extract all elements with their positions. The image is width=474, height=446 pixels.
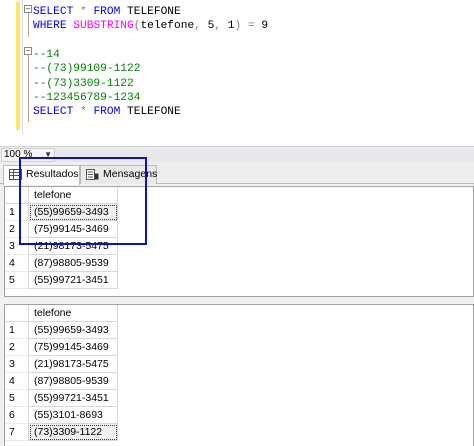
code-token: * (80, 106, 94, 119)
table-row[interactable]: 1 (55)99659-3493 (5, 322, 118, 339)
code-token: SELECT (33, 106, 80, 119)
code-token: --(73)3309-1122 (33, 77, 134, 90)
zoom-level: 100 % (4, 149, 33, 160)
table-row[interactable]: 4 (87)98805-9539 (5, 255, 118, 272)
code-token: , (214, 20, 228, 33)
table-row[interactable]: 2 (75)99145-3469 (5, 221, 118, 238)
code-line[interactable]: WHERE SUBSTRING(telefone, 5, 1) = 9 (33, 19, 268, 33)
table-row[interactable]: 4 (87)98805-9539 (5, 373, 118, 390)
tab-results[interactable]: Resultados (3, 165, 80, 185)
cell-telefone[interactable]: (55)99721-3451 (29, 390, 118, 407)
cell-telefone[interactable]: (87)98805-9539 (29, 373, 118, 390)
change-tracking-bar (16, 2, 20, 130)
table-row[interactable]: 3 (21)98173-5475 (5, 356, 118, 373)
row-number[interactable]: 4 (5, 255, 29, 272)
cell-telefone[interactable]: (21)98173-5475 (29, 356, 118, 373)
row-number-header (5, 187, 29, 204)
chevron-down-icon[interactable]: ▼ (44, 149, 52, 161)
collapse-icon[interactable]: − (24, 5, 32, 13)
grid-icon (9, 169, 22, 180)
table-row[interactable]: 2 (75)99145-3469 (5, 339, 118, 356)
row-number[interactable]: 6 (5, 407, 29, 424)
cell-telefone[interactable]: (55)99659-3493 (29, 204, 118, 221)
row-number[interactable]: 5 (5, 390, 29, 407)
row-number[interactable]: 3 (5, 238, 29, 255)
cell-telefone[interactable]: (75)99145-3469 (29, 339, 118, 356)
code-token: --123456789-1234 (33, 91, 141, 104)
code-token: 9 (261, 20, 269, 33)
results-grid-2[interactable]: telefone 1 (55)99659-3493 2 (75)99145-3469 3… (4, 304, 474, 446)
cell-telefone[interactable]: (21)98173-5475 (29, 238, 118, 255)
code-token: TELEFONE (127, 6, 181, 18)
table-row[interactable]: 5 (55)99721-3451 (5, 390, 118, 407)
code-token: --14 (33, 48, 60, 61)
code-token: * (80, 6, 94, 18)
code-token: TELEFONE (127, 106, 181, 119)
row-number-header (5, 305, 29, 322)
row-number[interactable]: 4 (5, 373, 29, 390)
code-token: WHERE (33, 20, 74, 33)
cell-telefone[interactable]: (87)98805-9539 (29, 255, 118, 272)
editor-gutter-divider (22, 0, 23, 134)
table-row[interactable]: 5 (55)99721-3451 (5, 272, 118, 289)
messages-icon (86, 169, 99, 180)
row-number[interactable]: 7 (5, 424, 29, 441)
results-panel: Resultados Mensagens telefone 1 (55)99659… (0, 163, 474, 446)
table-row[interactable]: 7 (73)3309-1122 (5, 424, 118, 441)
table-row[interactable]: 6 (55)3101-8693 (5, 407, 118, 424)
zoom-dropdown[interactable]: 100 % ▼ (1, 148, 55, 162)
cell-telefone[interactable]: (55)3101-8693 (29, 407, 118, 424)
editor-status-bar: 100 % ▼ (0, 146, 474, 163)
sql-editor[interactable]: − − SELECT * FROM TELEFONE WHERE SUBSTRIN… (0, 0, 474, 146)
code-token: telefone (140, 20, 195, 33)
row-number[interactable]: 3 (5, 356, 29, 373)
code-token: FROM (93, 6, 128, 18)
cell-telefone[interactable]: (73)3309-1122 (29, 424, 118, 441)
code-token: SELECT (33, 6, 80, 18)
code-token: --(73)99109-1122 (33, 63, 141, 76)
code-token: ) = (234, 20, 262, 33)
results-grid-1[interactable]: telefone 1 (55)99659-3493 2 (75)99145-3469 3… (4, 186, 474, 297)
code-line[interactable]: --(73)3309-1122 (33, 77, 134, 91)
code-line[interactable]: SELECT * FROM TELEFONE (33, 5, 181, 19)
tab-messages-label: Mensagens (103, 168, 158, 180)
code-line[interactable]: --123456789-1234 (33, 91, 140, 105)
tab-messages[interactable]: Mensagens (80, 165, 157, 184)
code-line[interactable]: SELECT * FROM TELEFONE (33, 105, 181, 119)
results-tab-strip: Resultados Mensagens (0, 163, 474, 185)
column-header-telefone[interactable]: telefone (29, 305, 118, 322)
fold-guide (28, 13, 29, 37)
column-header-telefone[interactable]: telefone (29, 187, 118, 204)
cell-telefone[interactable]: (55)99659-3493 (29, 322, 118, 339)
tab-results-label: Resultados (26, 168, 79, 180)
horizontal-scrollbar[interactable] (55, 148, 474, 162)
row-number[interactable]: 2 (5, 339, 29, 356)
row-number[interactable]: 5 (5, 272, 29, 289)
code-token: SUBSTRING (73, 20, 134, 33)
code-line[interactable]: --14 (33, 48, 60, 62)
cell-telefone[interactable]: (55)99721-3451 (29, 272, 118, 289)
row-number[interactable]: 2 (5, 221, 29, 238)
table-row[interactable]: 1 (55)99659-3493 (5, 204, 118, 221)
row-number[interactable]: 1 (5, 322, 29, 339)
collapse-icon[interactable]: − (24, 47, 32, 55)
cell-telefone[interactable]: (75)99145-3469 (29, 221, 118, 238)
code-token: , (194, 20, 208, 33)
fold-guide (28, 55, 29, 122)
code-token: FROM (93, 106, 128, 119)
table-row[interactable]: 3 (21)98173-5475 (5, 238, 118, 255)
row-number[interactable]: 1 (5, 204, 29, 221)
code-line[interactable]: --(73)99109-1122 (33, 62, 140, 76)
